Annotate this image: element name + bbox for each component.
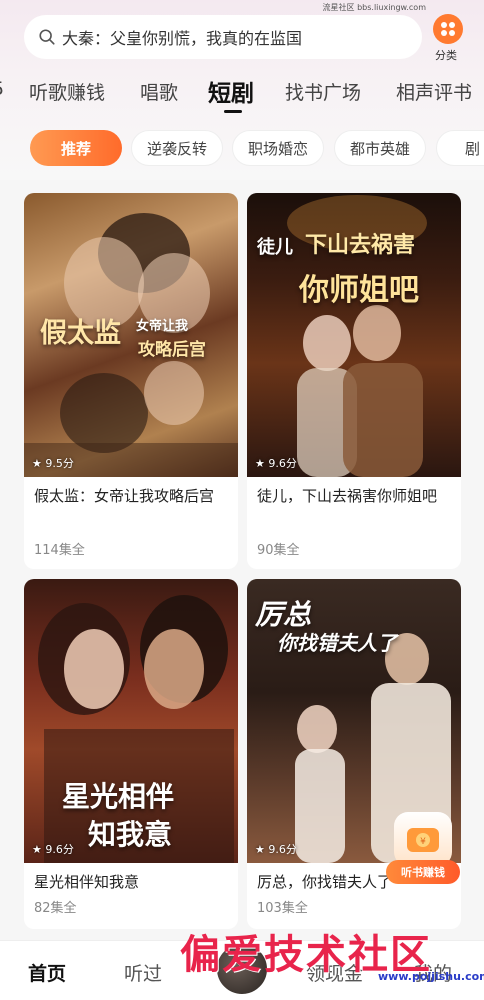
category-icon: [433, 14, 463, 44]
category-button[interactable]: 分类: [432, 14, 464, 63]
svg-text:¥: ¥: [420, 837, 426, 847]
search-placeholder: 大秦：父皇你别慌，我真的在监国: [62, 29, 303, 48]
chip-drama-partial[interactable]: 剧: [436, 130, 484, 166]
chip-urban-hero[interactable]: 都市英雄: [334, 130, 426, 166]
active-tab-indicator: [224, 110, 242, 113]
watermark-text: 流星社区 bbs.liuxingw.com: [322, 3, 426, 12]
poster-image: 徒儿 下山去祸害 你师姐吧 ★ 9.6分: [247, 193, 461, 477]
nav-home[interactable]: 首页: [28, 959, 66, 986]
tab-find-books[interactable]: 找书广场: [285, 78, 361, 105]
card-title: 假太监：女帝让我攻略后宫: [34, 487, 215, 505]
episode-count: 90集全: [257, 543, 300, 558]
poster-title: 你找错夫人了: [277, 631, 397, 655]
card-title: 徒儿，下山去祸害你师姐吧: [257, 487, 438, 505]
poster-title: 星光相伴: [62, 780, 175, 813]
poster-title: 知我意: [88, 818, 173, 851]
tab-partial[interactable]: 5: [0, 78, 4, 100]
category-label: 分类: [435, 49, 457, 62]
chip-recommend[interactable]: 推荐: [30, 130, 122, 166]
coin-icon: ¥: [394, 812, 452, 866]
tab-crosstalk[interactable]: 相声评书: [396, 78, 472, 105]
drama-card[interactable]: 假太监 女帝让我 攻略后宫 ★ 9.5分 假太监：女帝让我攻略后宫 114集全: [24, 193, 238, 569]
poster-subtitle: 女帝让我: [136, 319, 189, 334]
search-icon: [39, 29, 55, 45]
rating: ★ 9.5分: [32, 457, 74, 470]
poster-title: 你师姐吧: [299, 273, 419, 308]
episode-count: 114集全: [34, 543, 85, 558]
tab-bar: 5 听歌赚钱 唱歌 短剧 找书广场 相声评书: [0, 70, 484, 116]
poster-title: 假太监: [40, 318, 121, 349]
nav-history[interactable]: 听过: [124, 959, 162, 986]
card-title: 星光相伴知我意: [34, 873, 140, 891]
tab-listen-earn[interactable]: 听歌赚钱: [29, 78, 105, 105]
watermark-url: www.pojjishu.com: [378, 970, 484, 983]
drama-card[interactable]: 徒儿 下山去祸害 你师姐吧 ★ 9.6分 徒儿，下山去祸害你师姐吧 90集全: [247, 193, 461, 569]
poster-image: 星光相伴 知我意 ★ 9.6分: [24, 579, 238, 863]
float-label: 听书赚钱: [386, 860, 460, 884]
filter-chips: 推荐 逆袭反转 职场婚恋 都市英雄 剧: [0, 130, 484, 170]
chip-workplace-romance[interactable]: 职场婚恋: [232, 130, 324, 166]
rating: ★ 9.6分: [32, 843, 74, 856]
tab-short-drama[interactable]: 短剧: [208, 74, 254, 108]
search-bar[interactable]: 大秦：父皇你别慌，我真的在监国: [24, 15, 422, 59]
episode-count: 103集全: [257, 901, 308, 916]
tab-sing[interactable]: 唱歌: [140, 78, 178, 105]
poster-title: 下山去祸害: [305, 232, 416, 258]
listen-earn-float-button[interactable]: ¥ 听书赚钱: [386, 808, 460, 886]
chip-counterattack[interactable]: 逆袭反转: [131, 130, 223, 166]
rating: ★ 9.6分: [255, 843, 297, 856]
poster-title: 徒儿: [257, 237, 293, 258]
episode-count: 82集全: [34, 901, 77, 916]
poster-image: 假太监 女帝让我 攻略后宫 ★ 9.5分: [24, 193, 238, 477]
poster-subtitle: 攻略后宫: [138, 340, 206, 360]
rating: ★ 9.6分: [255, 457, 297, 470]
drama-card[interactable]: 星光相伴 知我意 ★ 9.6分 星光相伴知我意 82集全: [24, 579, 238, 929]
